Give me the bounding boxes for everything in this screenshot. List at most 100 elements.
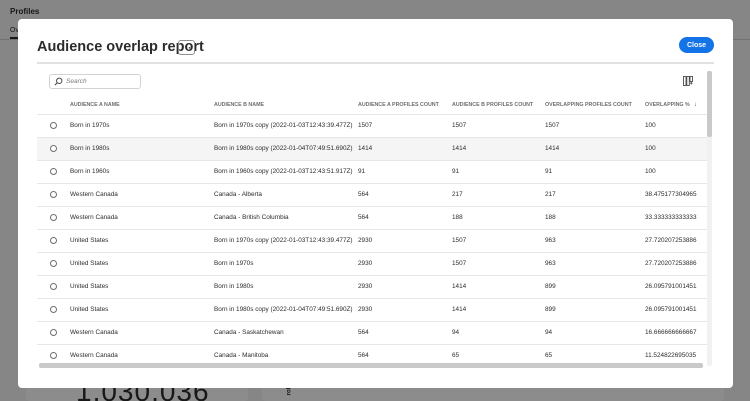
row-select-radio[interactable] — [50, 214, 57, 221]
col-header-count-a[interactable]: AUDIENCE A PROFILES COUNT — [358, 102, 439, 108]
col-header-overlap-pct[interactable]: OVERLAPPING % ↓ — [645, 102, 697, 108]
vertical-scrollbar[interactable] — [707, 71, 712, 366]
cell-overlap-count: 1507 — [545, 122, 560, 129]
row-select-radio[interactable] — [50, 260, 57, 267]
cell-overlap-count: 963 — [545, 260, 556, 267]
table-row[interactable]: United States Born in 1970s copy (2022-01… — [37, 229, 707, 252]
cell-overlap-pct: 26.095791001451 — [645, 283, 697, 290]
cell-audience-a: Western Canada — [70, 191, 118, 198]
cell-overlap-pct: 26.095791001451 — [645, 306, 697, 313]
cell-audience-b: Canada - Manitoba — [214, 352, 269, 359]
cell-count-a: 564 — [358, 352, 369, 359]
search-input[interactable] — [66, 78, 136, 85]
cell-overlap-count: 188 — [545, 214, 556, 221]
cell-count-a: 564 — [358, 214, 369, 221]
horizontal-scrollbar-thumb[interactable] — [39, 363, 703, 368]
row-select-radio[interactable] — [50, 191, 57, 198]
row-select-radio[interactable] — [50, 352, 57, 359]
table-row[interactable]: United States Born in 1980s 2930 1414 899 26.… — [37, 275, 707, 298]
cell-overlap-count: 91 — [545, 168, 553, 175]
cell-audience-b: Born in 1980s copy (2022-01-04T07:49:51.… — [214, 145, 353, 152]
cell-count-a: 564 — [358, 329, 369, 336]
table-row[interactable]: United States Born in 1970s 2930 1507 963 27.… — [37, 252, 707, 275]
cell-overlap-count: 899 — [545, 283, 556, 290]
cell-count-a: 91 — [358, 168, 366, 175]
cell-audience-a: Western Canada — [70, 352, 118, 359]
cell-audience-b: Canada - Alberta — [214, 191, 262, 198]
cell-overlap-count: 217 — [545, 191, 556, 198]
cell-overlap-count: 94 — [545, 329, 553, 336]
cell-overlap-count: 963 — [545, 237, 556, 244]
cell-count-b: 65 — [452, 352, 460, 359]
cell-overlap-count: 65 — [545, 352, 553, 359]
close-button[interactable]: Close — [679, 37, 714, 53]
cell-overlap-count: 899 — [545, 306, 556, 313]
cell-count-b: 1414 — [452, 145, 467, 152]
col-header-overlap[interactable]: OVERLAPPING PROFILES COUNT — [545, 102, 632, 108]
cell-audience-b: Born in 1960s copy (2022-01-03T12:43:51.… — [214, 168, 353, 175]
cell-count-b: 217 — [452, 191, 463, 198]
row-select-radio[interactable] — [50, 306, 57, 313]
cell-count-b: 1414 — [452, 283, 467, 290]
cell-audience-a: Born in 1960s — [70, 168, 110, 175]
more-icon: ··· — [181, 42, 192, 53]
cell-audience-a: Western Canada — [70, 329, 118, 336]
row-select-radio[interactable] — [50, 237, 57, 244]
row-select-radio[interactable] — [50, 283, 57, 290]
table-row[interactable]: Western Canada Canada - Saskatchewan 564 94… — [37, 321, 707, 344]
search-icon — [54, 77, 63, 86]
cell-count-a: 2930 — [358, 306, 373, 313]
horizontal-scrollbar[interactable] — [39, 363, 703, 368]
table-row[interactable]: Born in 1980s Born in 1980s copy (2022-01… — [37, 137, 707, 160]
row-select-radio[interactable] — [50, 168, 57, 175]
cell-count-a: 2930 — [358, 237, 373, 244]
cell-overlap-pct: 27.720207253886 — [645, 260, 697, 267]
cell-overlap-pct: 38.475177304965 — [645, 191, 697, 198]
row-select-radio[interactable] — [50, 145, 57, 152]
cell-count-b: 1414 — [452, 306, 467, 313]
vertical-scrollbar-thumb[interactable] — [707, 71, 712, 137]
overlap-table: AUDIENCE A NAME AUDIENCE B NAME AUDIENCE… — [37, 97, 707, 367]
col-header-audience-b[interactable]: AUDIENCE B NAME — [214, 102, 264, 108]
cell-audience-a: Western Canada — [70, 214, 118, 221]
cell-audience-a: United States — [70, 283, 109, 290]
cell-audience-a: United States — [70, 306, 109, 313]
audience-overlap-dialog: Audience overlap report ··· Close AUDIEN… — [18, 19, 733, 388]
cell-count-b: 1507 — [452, 260, 467, 267]
cell-audience-a: United States — [70, 260, 109, 267]
table-row[interactable]: United States Born in 1980s copy (2022-01… — [37, 298, 707, 321]
cell-overlap-pct: 33.333333333333 — [645, 214, 697, 221]
row-select-radio[interactable] — [50, 122, 57, 129]
cell-audience-b: Canada - Saskatchewan — [214, 329, 284, 336]
cell-count-a: 2930 — [358, 260, 373, 267]
cell-audience-a: United States — [70, 237, 109, 244]
cell-audience-a: Born in 1970s — [70, 122, 110, 129]
table-header: AUDIENCE A NAME AUDIENCE B NAME AUDIENCE… — [37, 97, 707, 114]
col-header-count-b[interactable]: AUDIENCE B PROFILES COUNT — [452, 102, 533, 108]
cell-audience-b: Born in 1970s copy (2022-01-03T12:43:39.… — [214, 122, 353, 129]
cell-count-b: 91 — [452, 168, 460, 175]
col-header-audience-a[interactable]: AUDIENCE A NAME — [70, 102, 120, 108]
more-button[interactable]: ··· — [178, 40, 195, 55]
cell-overlap-pct: 100 — [645, 122, 656, 129]
cell-count-a: 2930 — [358, 283, 373, 290]
table-row[interactable]: Born in 1970s Born in 1970s copy (2022-01… — [37, 114, 707, 137]
cell-count-b: 188 — [452, 214, 463, 221]
cell-count-a: 1414 — [358, 145, 373, 152]
cell-audience-b: Born in 1970s copy (2022-01-03T12:43:39.… — [214, 237, 353, 244]
table-row[interactable]: Western Canada Canada - British Columbia 5… — [37, 206, 707, 229]
search-field[interactable] — [49, 74, 141, 89]
cell-overlap-pct: 100 — [645, 145, 656, 152]
cell-overlap-pct: 100 — [645, 168, 656, 175]
sort-descending-icon: ↓ — [693, 102, 697, 108]
cell-audience-b: Born in 1980s copy (2022-01-04T07:49:51.… — [214, 306, 353, 313]
cell-count-b: 94 — [452, 329, 460, 336]
cell-audience-b: Canada - British Columbia — [214, 214, 289, 221]
cell-audience-b: Born in 1980s — [214, 283, 254, 290]
column-settings-icon[interactable] — [683, 76, 693, 86]
table-row[interactable]: Born in 1960s Born in 1960s copy (2022-01… — [37, 160, 707, 183]
row-select-radio[interactable] — [50, 329, 57, 336]
table-row[interactable]: Western Canada Canada - Alberta 564 217 217 3… — [37, 183, 707, 206]
header-divider — [37, 62, 714, 64]
cell-audience-b: Born in 1970s — [214, 260, 254, 267]
